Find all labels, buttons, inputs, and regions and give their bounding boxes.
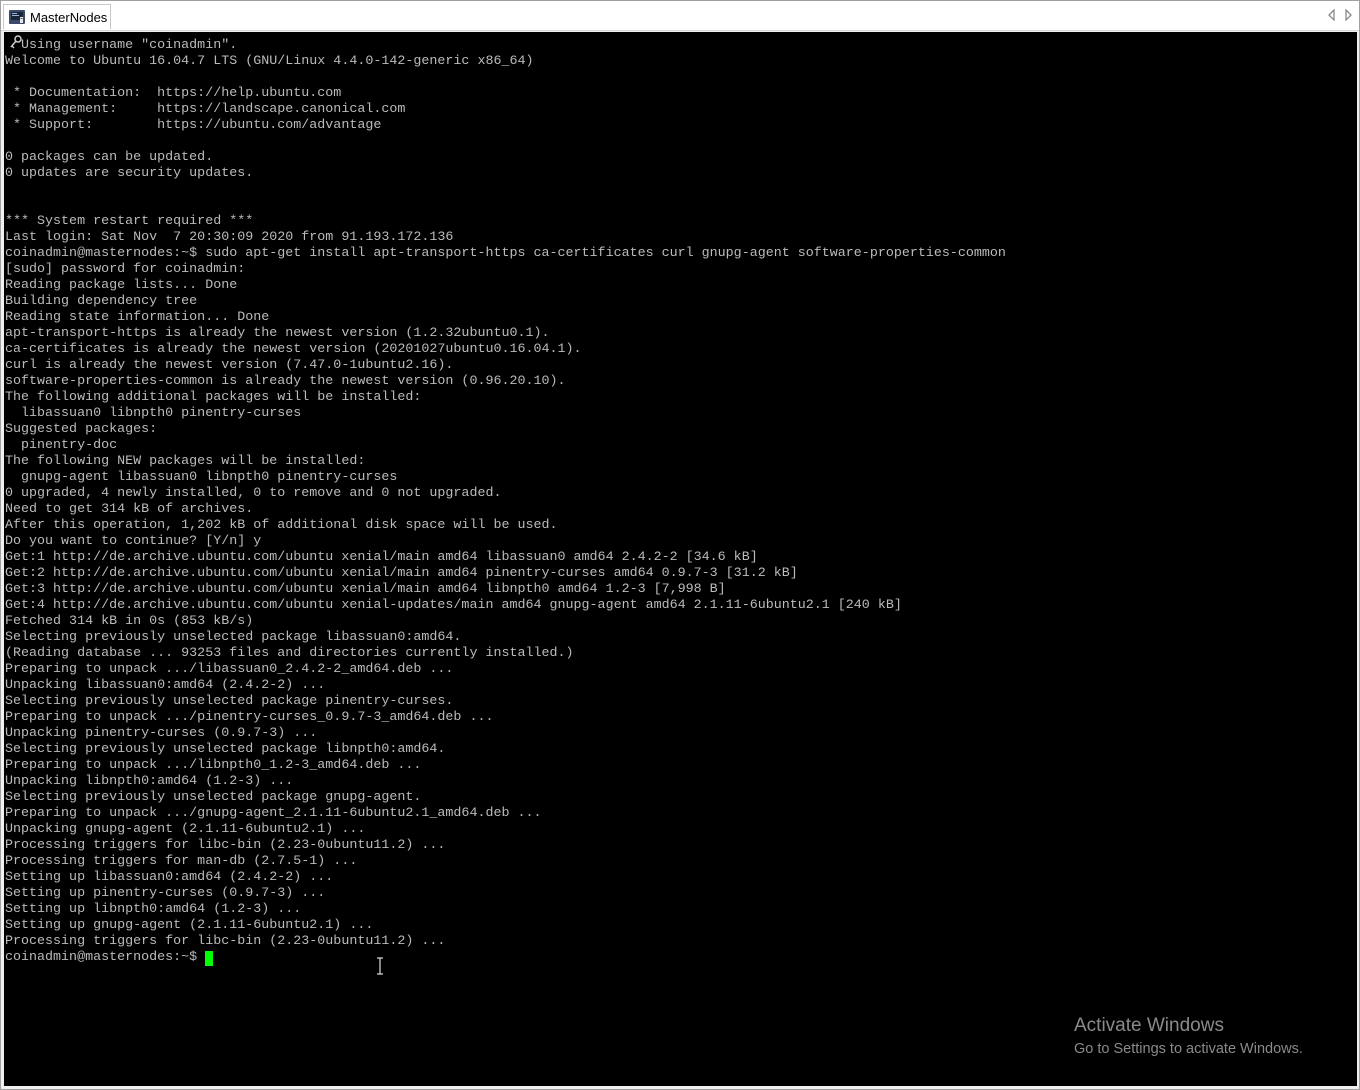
terminal-line: coinadmin@masternodes:~$ sudo apt-get in… (5, 246, 1006, 261)
terminal-line: * Management: https://landscape.canonica… (5, 102, 406, 117)
text-cursor-icon (377, 957, 383, 975)
terminal-line: Preparing to unpack .../gnupg-agent_2.1.… (5, 806, 542, 821)
activate-windows-watermark: Activate Windows Go to Settings to activ… (1074, 1014, 1303, 1060)
terminal-output: Using username "coinadmin". Welcome to Ub… (5, 38, 1006, 966)
terminal-line: 0 packages can be updated. (5, 150, 214, 165)
terminal-line: Welcome to Ubuntu 16.04.7 LTS (GNU/Linux… (5, 54, 534, 69)
terminal-line: Building dependency tree (5, 294, 198, 309)
terminal-line: Selecting previously unselected package … (5, 630, 462, 645)
terminal-line: Get:3 http://de.archive.ubuntu.com/ubunt… (5, 582, 726, 597)
terminal-prompt-line[interactable]: coinadmin@masternodes:~$ (5, 950, 1006, 966)
terminal-line: pinentry-doc (5, 438, 118, 453)
terminal-line: Unpacking libnpth0:amd64 (1.2-3) ... (5, 774, 294, 789)
terminal-line: (Reading database ... 93253 files and di… (5, 646, 574, 661)
terminal-line: Processing triggers for man-db (2.7.5-1)… (5, 854, 358, 869)
terminal-line: 0 updates are security updates. (5, 166, 254, 181)
terminal-line: Preparing to unpack .../libassuan0_2.4.2… (5, 662, 454, 677)
tab-title: MasterNodes (30, 9, 108, 25)
activate-title: Activate Windows (1074, 1015, 1224, 1036)
terminal-line: Setting up libassuan0:amd64 (2.4.2-2) ..… (5, 870, 334, 885)
activate-subtitle: Go to Settings to activate Windows. (1074, 1041, 1303, 1057)
terminal-line: Selecting previously unselected package … (5, 742, 446, 757)
tab-masternodes[interactable]: MasterNodes (3, 4, 111, 29)
putty-window: MasterNodes Using username "coinadmin". W… (0, 0, 1360, 1090)
terminal-line: Setting up pinentry-curses (0.9.7-3) ... (5, 886, 326, 901)
terminal-line: Last login: Sat Nov 7 20:30:09 2020 from… (5, 230, 454, 245)
terminal-prompt: coinadmin@masternodes:~$ (5, 950, 198, 965)
terminal-line: Preparing to unpack .../libnpth0_1.2-3_a… (5, 758, 422, 773)
terminal-line: * Documentation: https://help.ubuntu.com (5, 86, 342, 101)
terminal-line: Processing triggers for libc-bin (2.23-0… (5, 838, 446, 853)
putty-terminal-icon (9, 10, 25, 24)
terminal-line: Preparing to unpack .../pinentry-curses_… (5, 710, 494, 725)
terminal-line: Reading state information... Done (5, 310, 270, 325)
terminal-line: ca-certificates is already the newest ve… (5, 342, 582, 357)
terminal-line: Setting up libnpth0:amd64 (1.2-3) ... (5, 902, 302, 917)
terminal-line: The following additional packages will b… (5, 390, 422, 405)
terminal-line: libassuan0 libnpth0 pinentry-curses (5, 406, 302, 421)
terminal-line: Get:4 http://de.archive.ubuntu.com/ubunt… (5, 598, 902, 613)
terminal-line: curl is already the newest version (7.47… (5, 358, 454, 373)
terminal-line: * Support: https://ubuntu.com/advantage (5, 118, 382, 133)
terminal-line: *** System restart required *** (5, 214, 254, 229)
tab-bar: MasterNodes (1, 1, 1359, 31)
terminal-cursor (205, 950, 214, 966)
terminal-line: Processing triggers for libc-bin (2.23-0… (5, 934, 446, 949)
terminal-line: The following NEW packages will be insta… (5, 454, 366, 469)
terminal-line: Using username "coinadmin". (5, 38, 238, 53)
tab-nav-arrows (1327, 9, 1353, 21)
terminal-line: Unpacking pinentry-curses (0.9.7-3) ... (5, 726, 318, 741)
terminal-line: Fetched 314 kB in 0s (853 kB/s) (5, 614, 254, 629)
terminal-line: Need to get 314 kB of archives. (5, 502, 254, 517)
terminal-line: Selecting previously unselected package … (5, 790, 422, 805)
terminal-line: apt-transport-https is already the newes… (5, 326, 550, 341)
arrow-right-icon[interactable] (1343, 9, 1353, 21)
terminal-line: Suggested packages: (5, 422, 158, 437)
terminal-line: software-properties-common is already th… (5, 374, 566, 389)
terminal-line: After this operation, 1,202 kB of additi… (5, 518, 558, 533)
terminal-line: [sudo] password for coinadmin: (5, 262, 246, 277)
terminal-line: Get:1 http://de.archive.ubuntu.com/ubunt… (5, 550, 758, 565)
terminal-screen[interactable]: Using username "coinadmin". Welcome to Ub… (4, 32, 1357, 1086)
terminal-line: 0 upgraded, 4 newly installed, 0 to remo… (5, 486, 502, 501)
terminal-line: Do you want to continue? [Y/n] y (5, 534, 262, 549)
terminal-line: Setting up gnupg-agent (2.1.11-6ubuntu2.… (5, 918, 374, 933)
terminal-line: gnupg-agent libassuan0 libnpth0 pinentry… (5, 470, 398, 485)
terminal-line: Unpacking gnupg-agent (2.1.11-6ubuntu2.1… (5, 822, 366, 837)
terminal-line: Selecting previously unselected package … (5, 694, 454, 709)
arrow-left-icon[interactable] (1327, 9, 1337, 21)
terminal-line: Unpacking libassuan0:amd64 (2.4.2-2) ... (5, 678, 326, 693)
terminal-line: Get:2 http://de.archive.ubuntu.com/ubunt… (5, 566, 798, 581)
terminal-line: Reading package lists... Done (5, 278, 238, 293)
